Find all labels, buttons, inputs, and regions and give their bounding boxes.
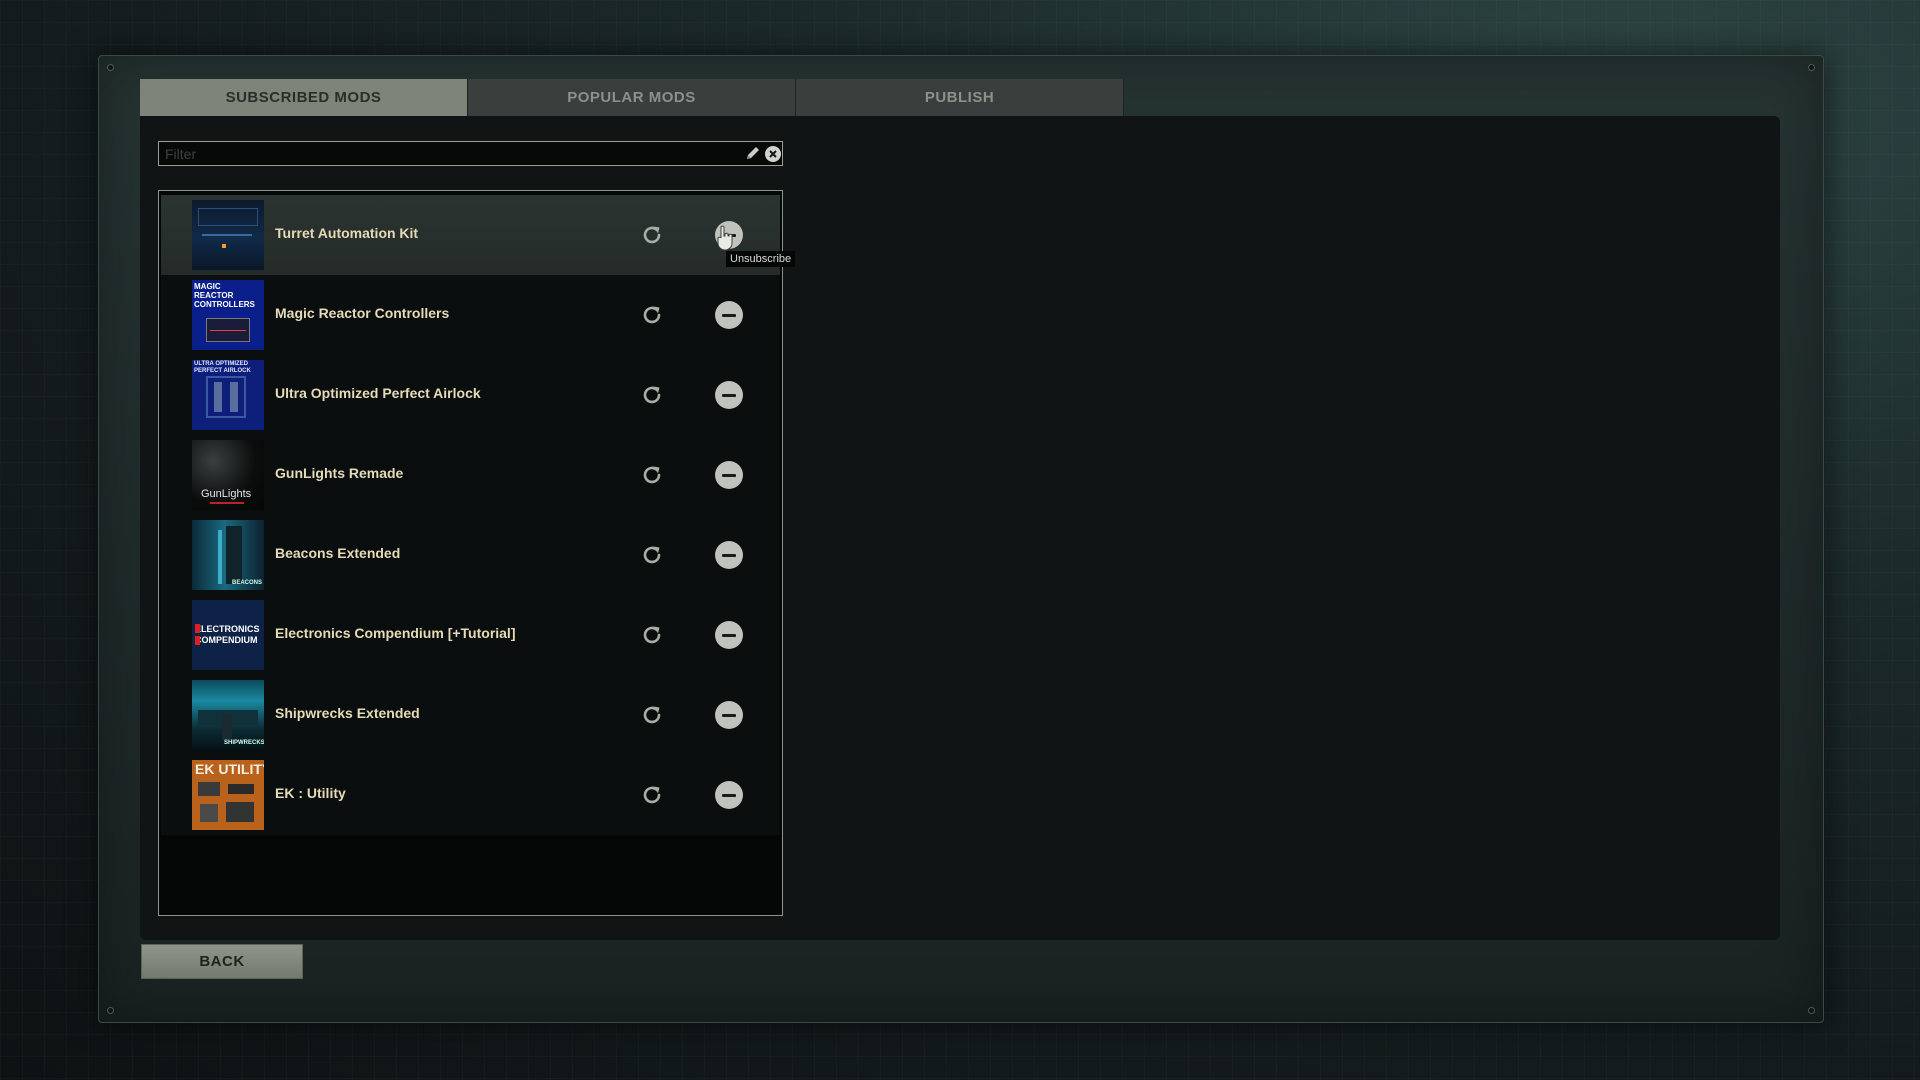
rivet [107,64,114,71]
refresh-icon [643,546,661,564]
minus-icon [722,553,736,557]
rivet [1808,64,1815,71]
mod-list-item[interactable]: SHIPWRECKS Shipwrecks Extended [161,675,780,755]
mod-list-item[interactable]: ELECTRONICS COMPENDIUM Electronics Compen… [161,595,780,675]
mod-thumbnail: ELECTRONICS COMPENDIUM [192,600,264,670]
update-button[interactable] [639,222,665,248]
mod-thumbnail: GunLights [192,440,264,510]
tooltip: Unsubscribe [726,251,796,267]
refresh-icon [643,466,661,484]
thumbnail-caption: ELECTRONICS COMPENDIUM [195,624,260,645]
refresh-icon [643,706,661,724]
mod-thumbnail: MAGIC REACTOR CONTROLLERS [192,280,264,350]
back-button[interactable]: BACK [141,944,303,979]
search-box [158,141,783,166]
mod-list-item[interactable]: MAGIC REACTOR CONTROLLERS Magic Reactor C… [161,275,780,355]
update-button[interactable] [639,462,665,488]
mod-title: Turret Automation Kit [275,225,419,241]
mod-thumbnail: BEACONS [192,520,264,590]
thumbnail-caption: MAGIC REACTOR CONTROLLERS [194,282,255,309]
rivet [107,1007,114,1014]
mod-thumbnail: SHIPWRECKS [192,680,264,750]
unsubscribe-button[interactable] [715,381,743,409]
pencil-icon [747,147,759,159]
mod-list-item[interactable]: EK UTILITY EK : Utility [161,755,780,835]
mod-title: Electronics Compendium [+Tutorial] [275,625,516,641]
mod-list-item[interactable]: GunLights GunLights Remade [161,435,780,515]
minus-icon [722,713,736,717]
mod-title: Shipwrecks Extended [275,705,420,721]
close-icon [769,150,777,158]
update-button[interactable] [639,542,665,568]
unsubscribe-button[interactable] [715,541,743,569]
mod-list-item[interactable]: Turret Automation Kit [161,195,780,275]
minus-icon [722,313,736,317]
mod-title: Ultra Optimized Perfect Airlock [275,385,481,401]
thumbnail-caption: SHIPWRECKS [224,740,264,746]
tab-publish[interactable]: PUBLISH [796,79,1124,116]
refresh-icon [643,786,661,804]
mod-title: EK : Utility [275,785,346,801]
refresh-icon [643,386,661,404]
unsubscribe-button[interactable] [715,621,743,649]
thumbnail-caption: GunLights [201,488,252,500]
minus-icon [722,473,736,477]
unsubscribe-button[interactable] [715,701,743,729]
update-button[interactable] [639,782,665,808]
mod-list-item[interactable]: BEACONS Beacons Extended [161,515,780,595]
minus-icon [722,633,736,637]
unsubscribe-button[interactable] [715,301,743,329]
mod-title: Magic Reactor Controllers [275,305,450,321]
clear-search-button[interactable] [765,146,781,162]
minus-icon [722,793,736,797]
rivet [1808,1007,1815,1014]
mod-title: Beacons Extended [275,545,401,561]
update-button[interactable] [639,702,665,728]
update-button[interactable] [639,302,665,328]
mod-thumbnail [192,200,264,270]
tab-subscribed-mods[interactable]: SUBSCRIBED MODS [140,79,468,116]
unsubscribe-button[interactable] [715,461,743,489]
mod-thumbnail: EK UTILITY [192,760,264,830]
refresh-icon [643,306,661,324]
tab-bar: SUBSCRIBED MODS POPULAR MODS PUBLISH [140,79,1124,116]
update-button[interactable] [639,622,665,648]
refresh-icon [643,626,661,644]
update-button[interactable] [639,382,665,408]
thumbnail-caption: EK UTILITY [195,761,264,777]
mod-title: GunLights Remade [275,465,404,481]
mod-thumbnail: ULTRA OPTIMIZED PERFECT AIRLOCK [192,360,264,430]
thumbnail-caption: BEACONS [232,580,263,586]
search-input[interactable] [165,144,735,163]
mod-list[interactable]: Turret Automation Kit MAGIC REACTOR CONTR… [158,190,783,916]
unsubscribe-button[interactable] [715,781,743,809]
tab-popular-mods[interactable]: POPULAR MODS [468,79,796,116]
mod-list-item[interactable]: ULTRA OPTIMIZED PERFECT AIRLOCK Ultra Opt… [161,355,780,435]
minus-icon [722,393,736,397]
thumbnail-caption: ULTRA OPTIMIZED PERFECT AIRLOCK [194,361,251,374]
cursor-icon [715,225,735,251]
refresh-icon [643,226,661,244]
